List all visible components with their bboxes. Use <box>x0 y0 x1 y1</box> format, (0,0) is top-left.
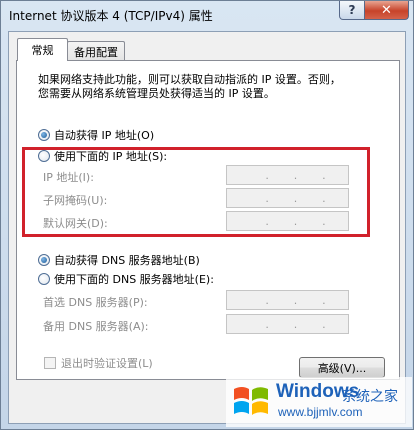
watermark: Windows 系统之家 www.bjjmlv.com <box>226 377 412 427</box>
help-icon: ? <box>348 3 356 17</box>
alternate-dns-label: 备用 DNS 服务器(A): <box>43 320 149 333</box>
subnet-mask-field[interactable]: . . . <box>226 188 349 208</box>
validate-settings-label: 退出时验证设置(L) <box>61 357 153 370</box>
ip-address-field[interactable]: . . . <box>226 165 349 185</box>
dns-auto-label: 自动获得 DNS 服务器地址(B) <box>54 254 200 267</box>
tab-general[interactable]: 常规 <box>17 38 68 61</box>
description-line-1: 如果网络支持此功能，则可以获取自动指派的 IP 设置。否则， <box>38 73 341 86</box>
advanced-button[interactable]: 高级(V)... <box>299 357 385 378</box>
close-icon: ✕ <box>381 2 392 18</box>
default-gateway-label: 默认网关(D): <box>43 217 108 230</box>
ip-manual-radio[interactable] <box>38 150 50 162</box>
dns-auto-radio[interactable] <box>38 254 50 266</box>
preferred-dns-field[interactable]: . . . <box>226 290 349 310</box>
tab-alternate-config-label: 备用配置 <box>74 45 118 59</box>
dialog-window: Internet 协议版本 4 (TCP/IPv4) 属性 ? ✕ 常规 备用配… <box>0 0 414 430</box>
ip-auto-label: 自动获得 IP 地址(O) <box>54 129 155 142</box>
general-tab-panel: 如果网络支持此功能，则可以获取自动指派的 IP 设置。否则， 您需要从网络系统管… <box>16 60 400 380</box>
tab-general-label: 常规 <box>31 44 54 57</box>
watermark-url: www.bjjmlv.com <box>278 405 363 419</box>
windows-logo-icon <box>234 387 268 415</box>
description-line-2: 您需要从网络系统管理员处获得适当的 IP 设置。 <box>38 87 275 100</box>
ip-manual-option[interactable]: 使用下面的 IP 地址(S): <box>38 148 167 164</box>
dns-auto-option[interactable]: 自动获得 DNS 服务器地址(B) <box>38 252 200 268</box>
ip-auto-radio[interactable] <box>38 129 50 141</box>
subnet-mask-label: 子网掩码(U): <box>43 194 108 207</box>
dns-manual-option[interactable]: 使用下面的 DNS 服务器地址(E): <box>38 271 214 287</box>
ip-manual-label: 使用下面的 IP 地址(S): <box>54 150 168 163</box>
preferred-dns-label: 首选 DNS 服务器(P): <box>43 296 148 309</box>
dns-manual-radio[interactable] <box>38 273 50 285</box>
advanced-button-label: 高级(V)... <box>317 361 367 375</box>
watermark-brand-sub: 系统之家 <box>342 389 398 405</box>
validate-settings-checkbox[interactable] <box>44 357 56 369</box>
title-bar[interactable]: Internet 协议版本 4 (TCP/IPv4) 属性 ? ✕ <box>1 1 413 31</box>
ip-address-label: IP 地址(I): <box>43 171 94 184</box>
ip-auto-option[interactable]: 自动获得 IP 地址(O) <box>38 127 154 143</box>
tab-alternate-config[interactable]: 备用配置 <box>67 41 125 61</box>
window-title: Internet 协议版本 4 (TCP/IPv4) 属性 <box>9 9 213 23</box>
dns-manual-label: 使用下面的 DNS 服务器地址(E): <box>54 273 214 286</box>
help-button[interactable]: ? <box>339 1 365 20</box>
default-gateway-field[interactable]: . . . <box>226 211 349 231</box>
close-button[interactable]: ✕ <box>364 1 409 20</box>
alternate-dns-field[interactable]: . . . <box>226 314 349 334</box>
validate-settings-option[interactable]: 退出时验证设置(L) <box>44 355 153 371</box>
